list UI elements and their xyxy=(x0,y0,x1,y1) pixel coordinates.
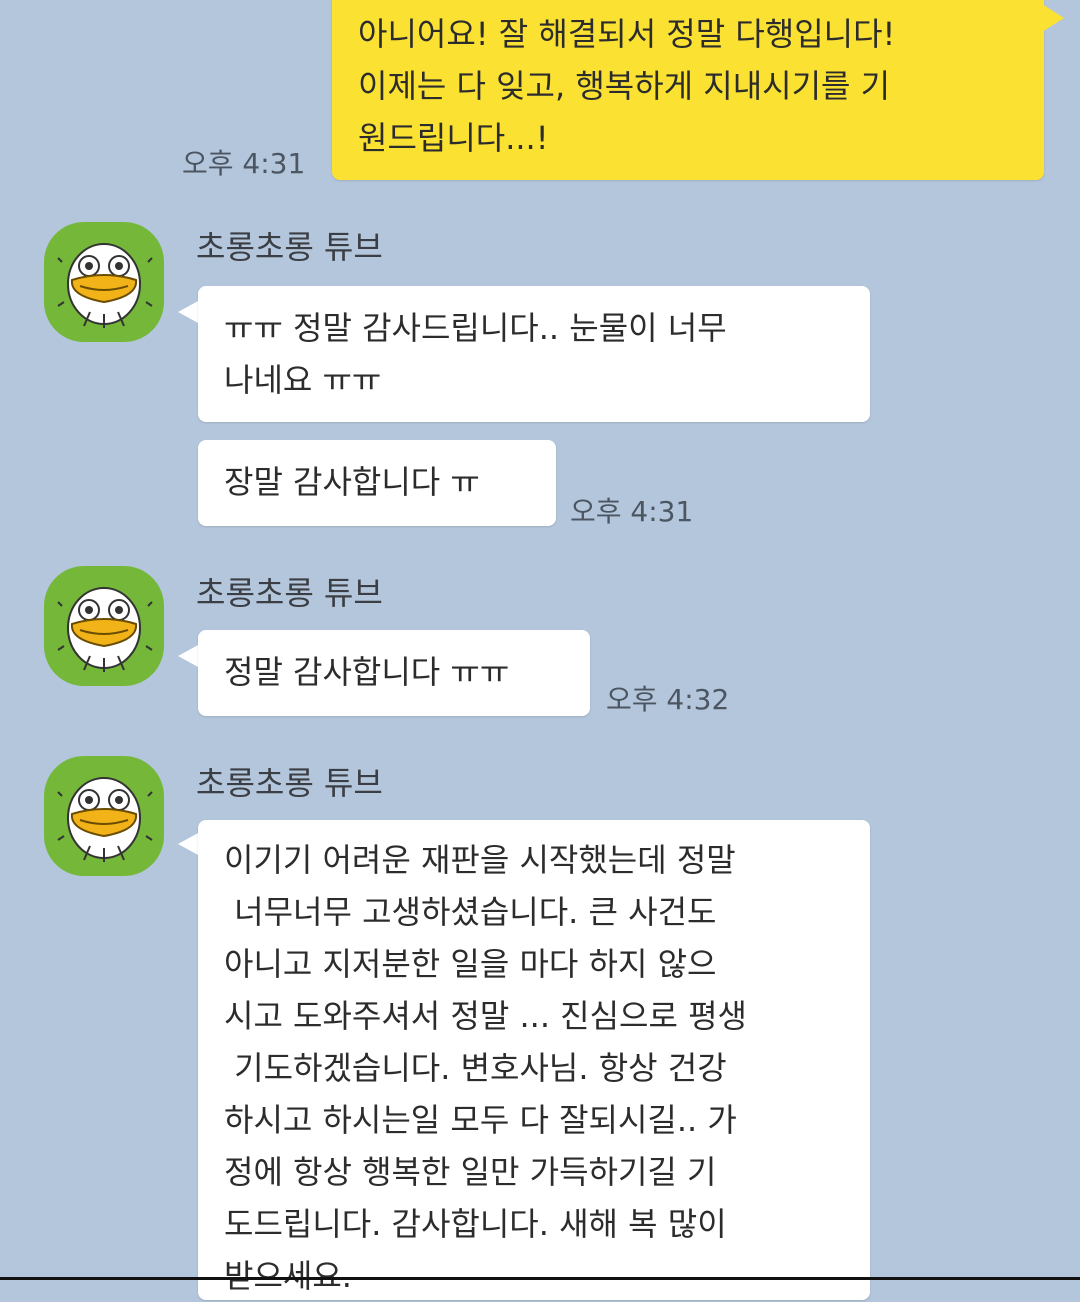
message-text: 아니어요! 잘 해결되서 정말 다행입니다! 이제는 다 잊고, 행복하게 지내… xyxy=(358,15,896,157)
duck-tube-emoticon-icon xyxy=(57,587,153,672)
bubble-tail xyxy=(178,644,200,668)
duck-tube-emoticon-icon xyxy=(57,243,153,328)
message-time: 오후 4:32 xyxy=(606,683,730,716)
message-text: 이기기 어려운 재판을 시작했는데 정말 너무너무 고생하셨습니다. 큰 사건도… xyxy=(224,841,747,1295)
bubble-tail xyxy=(178,832,200,856)
their-message-bubble[interactable]: 정말 감사합니다 ㅠㅠ xyxy=(198,630,590,716)
duck-tube-emoticon-icon xyxy=(57,777,153,862)
bubble-tail xyxy=(178,300,200,324)
avatar[interactable] xyxy=(44,222,164,342)
their-message-bubble[interactable]: 이기기 어려운 재판을 시작했는데 정말 너무너무 고생하셨습니다. 큰 사건도… xyxy=(198,820,870,1300)
sender-name: 초롱초롱 튜브 xyxy=(196,764,383,802)
message-text: ㅠㅠ 정말 감사드립니다.. 눈물이 너무 나네요 ㅠㅠ xyxy=(224,309,727,399)
avatar[interactable] xyxy=(44,756,164,876)
my-message-bubble[interactable]: 아니어요! 잘 해결되서 정말 다행입니다! 이제는 다 잊고, 행복하게 지내… xyxy=(332,0,1044,180)
avatar[interactable] xyxy=(44,566,164,686)
their-message-bubble[interactable]: ㅠㅠ 정말 감사드립니다.. 눈물이 너무 나네요 ㅠㅠ xyxy=(198,286,870,422)
message-text: 정말 감사합니다 ㅠㅠ xyxy=(224,653,510,691)
sender-name: 초롱초롱 튜브 xyxy=(196,574,383,612)
sender-name: 초롱초롱 튜브 xyxy=(196,228,383,266)
message-time: 오후 4:31 xyxy=(182,147,306,180)
message-time: 오후 4:31 xyxy=(570,495,694,528)
message-text: 장말 감사합니다 ㅠ xyxy=(224,463,480,501)
their-message-bubble[interactable]: 장말 감사합니다 ㅠ xyxy=(198,440,556,526)
bubble-tail xyxy=(1042,4,1064,32)
